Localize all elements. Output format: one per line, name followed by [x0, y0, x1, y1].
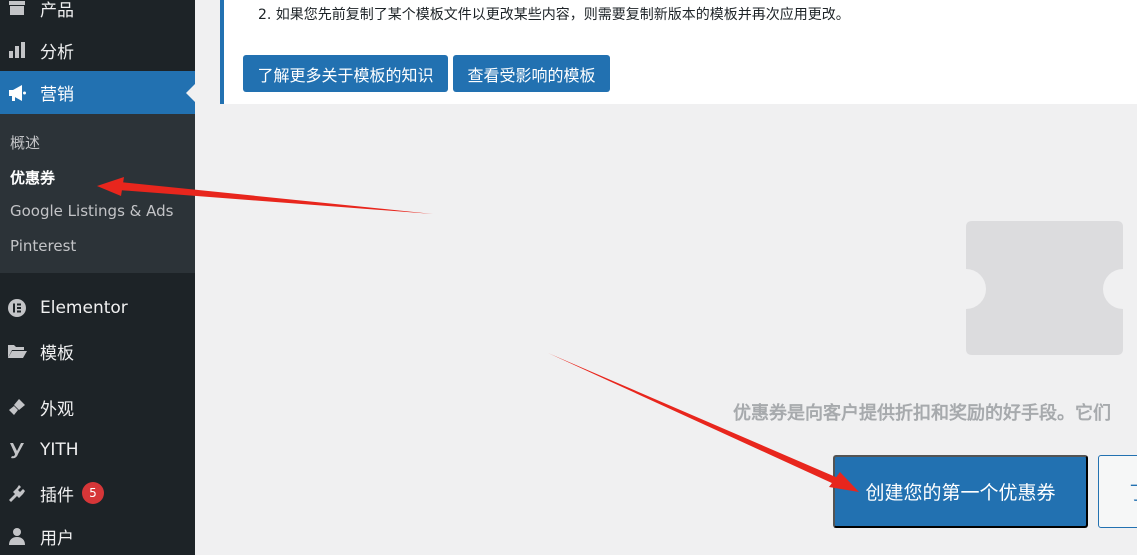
elementor-icon [7, 298, 27, 318]
megaphone-icon [7, 83, 27, 103]
menu-label: 模板 [40, 343, 74, 364]
menu-item-elementor[interactable]: Elementor [0, 290, 195, 326]
menu-label: YITH [40, 440, 79, 460]
coupon-ticket-icon [966, 221, 1123, 355]
menu-item-appearance[interactable]: 外观 [0, 389, 195, 425]
menu-item-analytics[interactable]: 分析 [0, 32, 195, 68]
archive-icon [7, 0, 27, 18]
notice-text: 2. 如果您先前复制了某个模板文件以更改某些内容，则需要复制新版本的模板并再次应… [258, 7, 850, 23]
learn-more-templates-button[interactable]: 了解更多关于模板的知识 [243, 55, 448, 92]
menu-item-marketing[interactable]: 营销 [0, 71, 195, 114]
plugin-icon [7, 483, 27, 503]
bar-chart-icon [7, 40, 27, 60]
view-affected-templates-button[interactable]: 查看受影响的模板 [453, 55, 610, 92]
template-update-notice: 2. 如果您先前复制了某个模板文件以更改某些内容，则需要复制新版本的模板并再次应… [220, 0, 1137, 104]
menu-item-products[interactable]: 产品 [0, 0, 195, 26]
menu-label: 营销 [40, 85, 74, 105]
menu-label: 分析 [40, 42, 74, 63]
menu-label: 插件 [40, 485, 74, 506]
menu-item-yith[interactable]: YITH [0, 432, 195, 468]
coupons-empty-message: 优惠券是向客户提供折扣和奖励的好手段。它们 [733, 403, 1111, 424]
yith-icon [7, 440, 27, 460]
menu-label: 用户 [40, 528, 74, 549]
active-indicator [186, 83, 195, 102]
submenu-item-google-listings[interactable]: Google Listings & Ads [10, 202, 173, 220]
user-icon [7, 526, 27, 546]
admin-sidebar: 产品 分析 营销 概述 优惠券 Google Listings & Ads Pi… [0, 0, 195, 555]
paintbrush-icon [7, 397, 27, 417]
update-count-badge: 5 [82, 482, 104, 504]
submenu-item-coupons[interactable]: 优惠券 [10, 167, 55, 188]
menu-label: 外观 [40, 399, 74, 420]
folder-open-icon [7, 341, 27, 361]
learn-more-coupons-button[interactable]: 了 [1098, 455, 1137, 528]
menu-label: 产品 [40, 0, 74, 21]
menu-item-templates[interactable]: 模板 [0, 333, 195, 369]
menu-item-users[interactable]: 用户 [0, 518, 195, 554]
menu-item-plugins[interactable]: 插件 5 [0, 475, 195, 511]
create-first-coupon-button[interactable]: 创建您的第一个优惠券 [833, 455, 1088, 528]
submenu-item-pinterest[interactable]: Pinterest [10, 237, 76, 255]
menu-label: Elementor [40, 298, 128, 318]
marketing-submenu: 概述 优惠券 Google Listings & Ads Pinterest [0, 114, 195, 273]
submenu-item-overview[interactable]: 概述 [10, 132, 40, 153]
